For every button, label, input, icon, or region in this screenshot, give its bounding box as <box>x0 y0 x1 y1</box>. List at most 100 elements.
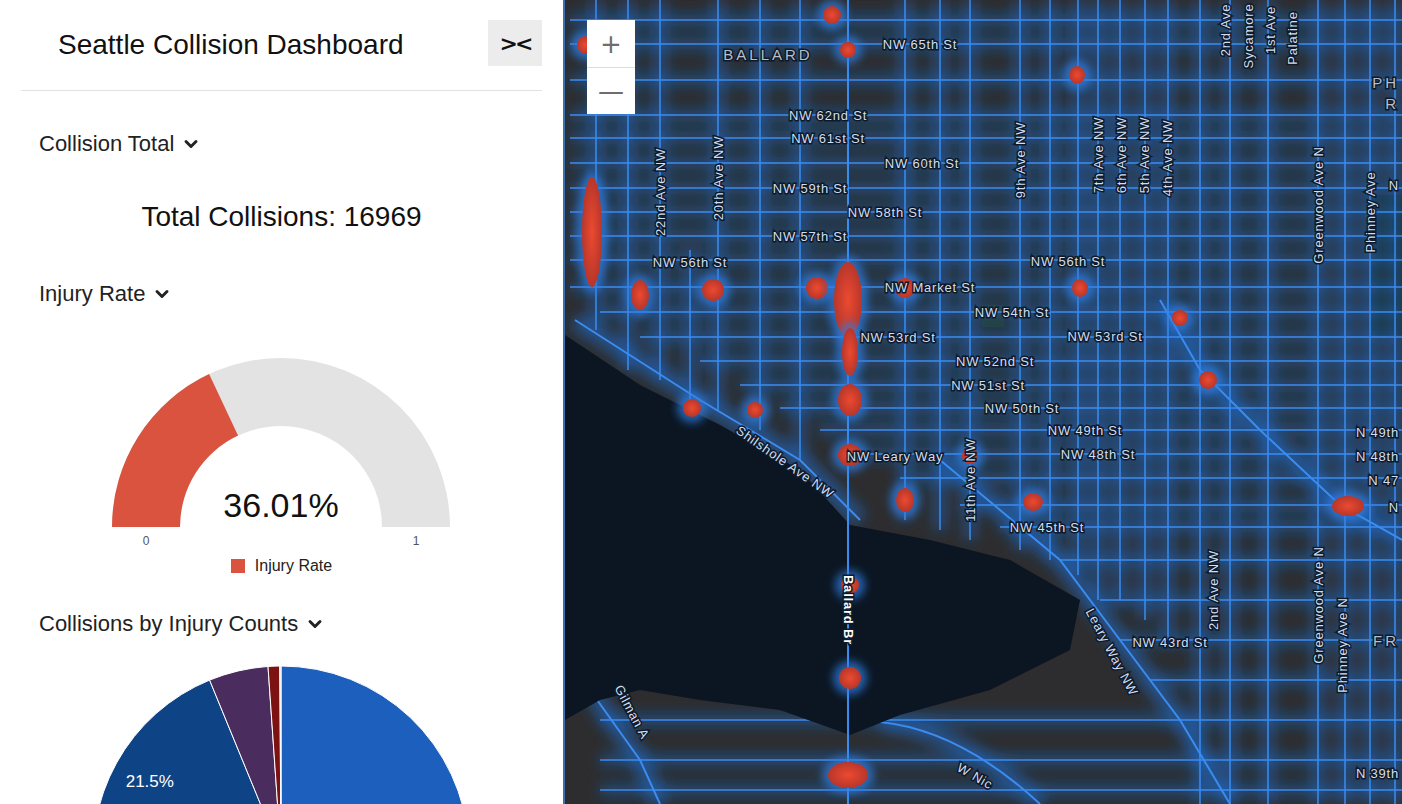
gauge-value: 36.01% <box>223 486 338 524</box>
street-label: NW 62nd St <box>789 108 867 123</box>
street-label: NW 56th St <box>1031 254 1105 269</box>
section-title: Collisions by Injury Counts <box>39 610 298 638</box>
hotspot[interactable] <box>832 378 868 422</box>
dashboard: Seattle Collision Dashboard >< Collision T… <box>0 0 1402 804</box>
section-header[interactable]: Collision Total <box>21 130 542 158</box>
street-label: N 49th <box>1356 425 1399 440</box>
hotspots <box>571 0 1370 794</box>
map-panel: BALLARD NW 65th St 2nd Ave Sycamore 1st Ave P… <box>565 0 1402 804</box>
street-label: NW 57th St <box>773 229 847 244</box>
zoom-out-button[interactable]: — <box>587 67 635 114</box>
street-label: Gilman A <box>611 682 652 741</box>
hotspot[interactable] <box>1193 365 1223 395</box>
section-header[interactable]: Collisions by Injury Counts <box>21 610 542 638</box>
street-label: Ballard Br <box>841 575 856 645</box>
street-label: 2nd Ave <box>1218 4 1233 56</box>
pie-label: 21.5% <box>126 772 174 791</box>
hotspot[interactable] <box>1166 304 1194 332</box>
street-label: NW 43rd St <box>1132 635 1207 650</box>
street-label: 11th Ave NW <box>963 438 978 521</box>
street-label: Sycamore <box>1241 4 1256 69</box>
street-label: W Nic <box>955 760 996 792</box>
hotspot[interactable] <box>890 482 920 518</box>
collapse-button[interactable]: >< <box>488 20 542 66</box>
total-collisions: Total Collisions: 16969 <box>21 200 542 234</box>
hotspot[interactable] <box>1063 60 1091 90</box>
street-label: 6th Ave NW <box>1114 117 1129 193</box>
collision-heat-map[interactable]: BALLARD NW 65th St 2nd Ave Sycamore 1st Ave P… <box>565 0 1402 804</box>
hotspot[interactable] <box>822 756 874 794</box>
district-label: FR <box>1373 632 1399 649</box>
gauge-legend: Injury Rate <box>21 557 542 575</box>
street-label: NW 52nd St <box>956 354 1034 369</box>
pie-slice[interactable] <box>210 666 281 804</box>
street-label: N 39th <box>1356 766 1399 781</box>
street-label: N 47 <box>1368 473 1399 488</box>
zoom-in-button[interactable]: + <box>587 20 635 67</box>
street-label: 9th Ave NW <box>1013 122 1028 198</box>
pie-slice[interactable] <box>268 666 281 804</box>
hotspot[interactable] <box>1326 490 1370 522</box>
street-label: NW Leary Way <box>847 449 944 464</box>
street-label: N <box>1389 178 1399 193</box>
pie-slice[interactable] <box>280 666 281 804</box>
legend-swatch <box>231 559 245 573</box>
hotspot[interactable] <box>1017 487 1049 517</box>
hotspot[interactable] <box>1066 273 1094 303</box>
street-label: NW Market St <box>885 280 976 295</box>
street-label: NW 53rd St <box>860 330 935 345</box>
chevron-down-icon <box>181 134 201 154</box>
street-label: NW 56th St <box>653 255 727 270</box>
legend-label: Injury Rate <box>255 557 332 575</box>
injury-counts-pie: 21.5% <box>21 659 544 804</box>
gauge-fill <box>112 374 238 527</box>
street-label: 1st Ave <box>1263 6 1278 54</box>
sidebar-header: Seattle Collision Dashboard >< <box>21 0 542 91</box>
hotspot[interactable] <box>625 274 655 316</box>
street-label: 7th Ave NW <box>1091 117 1106 193</box>
hotspot[interactable] <box>833 661 867 695</box>
hotspot[interactable] <box>576 171 608 293</box>
street-label: NW 59th St <box>773 181 847 196</box>
street-label: NW 65th St <box>883 37 957 52</box>
hotspot[interactable] <box>696 273 730 307</box>
street-label: 5th Ave NW <box>1137 117 1152 193</box>
street-label: 4th Ave NW <box>1160 120 1175 196</box>
street-label: NW 50th St <box>985 401 1059 416</box>
street-label: 2nd Ave NW <box>1206 550 1221 630</box>
street-label: Phinney Ave N <box>1335 597 1350 692</box>
section-title: Collision Total <box>39 130 174 158</box>
district-label: R <box>1385 95 1399 112</box>
land <box>565 0 1402 804</box>
hotspot[interactable] <box>834 36 862 64</box>
chevron-down-icon <box>305 614 325 634</box>
street-label: NW 54th St <box>975 305 1049 320</box>
street-label: Leary Way NW <box>1083 606 1142 698</box>
district-label: BALLARD <box>723 46 812 63</box>
street-label: Greenwood Ave N <box>1311 546 1326 663</box>
dashboard-title: Seattle Collision Dashboard <box>58 29 404 61</box>
gauge-min-label: 0 <box>143 534 150 548</box>
chevron-down-icon <box>152 284 172 304</box>
street-label: Shilshole Ave NW <box>733 423 837 502</box>
water <box>565 335 1080 735</box>
street-label: NW 58th St <box>848 205 922 220</box>
hotspot[interactable] <box>677 393 707 423</box>
street-label: Greenwood Ave N <box>1311 146 1326 263</box>
street-label: NW 60th St <box>885 156 959 171</box>
gauge-max-label: 1 <box>413 534 420 548</box>
hotspot[interactable] <box>817 0 847 30</box>
gauge-track <box>112 358 450 527</box>
street-label: NW 51st St <box>951 378 1025 393</box>
street-label: 22nd Ave NW <box>653 148 668 236</box>
sidebar: Seattle Collision Dashboard >< Collision T… <box>0 0 565 804</box>
zoom-control: +— <box>587 20 635 114</box>
injury-rate-gauge: 36.01% 0 1 <box>21 349 544 549</box>
section-header[interactable]: Injury Rate <box>21 280 542 308</box>
street-label: NW 45th St <box>1010 520 1084 535</box>
street-label: NW 48th St <box>1061 447 1135 462</box>
street-label: NW 53rd St <box>1067 329 1142 344</box>
hotspot[interactable] <box>741 396 769 424</box>
street-label: Phinney Ave <box>1363 172 1378 253</box>
street-label: Palatine <box>1285 11 1300 64</box>
